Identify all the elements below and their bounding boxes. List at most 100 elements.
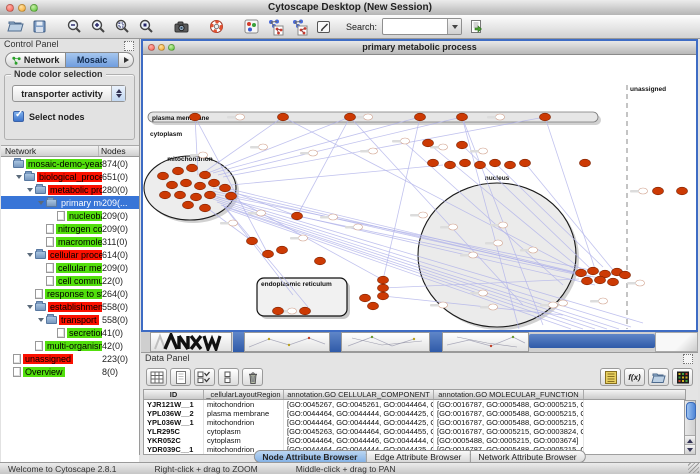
tree-item-cellular-process[interactable]: cellular process614(0) xyxy=(1,248,139,261)
node-color-dropdown[interactable]: transporter activity xyxy=(12,85,126,102)
expand-arrow-icon[interactable] xyxy=(38,201,44,205)
column-header[interactable]: annotation.GO CELLULAR_COMPONENT xyxy=(284,390,434,399)
annotation-button[interactable] xyxy=(314,17,333,36)
table-cell: mitochondrion xyxy=(204,418,284,427)
table-row[interactable]: YLR295Ccytoplasm[GO:0045263, GO:0044464,… xyxy=(144,427,685,436)
float-panel-icon[interactable] xyxy=(683,354,693,364)
expand-arrow-icon[interactable] xyxy=(16,175,22,179)
tree-item-establishment-of-lo[interactable]: establishment of lo558(0) xyxy=(1,300,139,313)
tree-item-unassigned[interactable]: unassigned223(0) xyxy=(1,352,139,365)
table-cell: [GO:0005488, GO:0005215, GO:0003674] xyxy=(434,436,584,445)
select-all-attributes-button[interactable] xyxy=(146,368,167,386)
column-header[interactable]: annotation.GO MOLECULAR_FUNCTION xyxy=(434,390,584,399)
column-header[interactable]: ID xyxy=(144,390,204,399)
import-attributes-toolbar-button[interactable] xyxy=(467,17,486,36)
tree-item-label: Overview xyxy=(23,367,65,377)
tree-item-node-count: 558(0) xyxy=(102,315,139,325)
plasma-membrane-region[interactable] xyxy=(148,112,598,122)
background-window-edge[interactable] xyxy=(330,332,341,352)
tree-header-network[interactable]: Network xyxy=(1,146,99,156)
network-canvas[interactable]: plasma membrane cytoplasm mitochondrion … xyxy=(143,55,696,331)
scrollbar-thumb[interactable] xyxy=(686,402,696,420)
heatmap-icon xyxy=(676,371,690,384)
background-window-preview-2[interactable] xyxy=(341,332,430,352)
tree-item-secretion[interactable]: secretion41(0) xyxy=(1,326,139,339)
table-scrollbar[interactable] xyxy=(684,400,696,455)
background-window-zoomed-labels[interactable] xyxy=(150,332,232,352)
tree-item-transport[interactable]: transport558(0) xyxy=(1,313,139,326)
tree-item-mosaic-demo-yeast[interactable]: mosaic-demo-yeast874(0) xyxy=(1,157,139,170)
tree-item-node-count: 651(0) xyxy=(102,172,139,182)
network-window-titlebar[interactable]: primary metabolic process xyxy=(143,41,696,55)
status-welcome: Welcome to Cytoscape 2.8.1 xyxy=(8,464,117,474)
matrix-view-button[interactable] xyxy=(672,368,693,386)
tree-item-cellular-metabo[interactable]: cellular metabo209(0) xyxy=(1,261,139,274)
help-button[interactable] xyxy=(207,17,226,36)
search-options-button[interactable] xyxy=(447,19,461,34)
table-row[interactable]: YKR052Ccytoplasm[GO:0044464, GO:0044446,… xyxy=(144,436,685,445)
document-icon xyxy=(13,354,21,364)
import-attributes-button[interactable] xyxy=(648,368,669,386)
function-builder-button[interactable]: f(x) xyxy=(624,368,645,386)
column-header[interactable]: _cellularLayoutRegion xyxy=(204,390,284,399)
table-row[interactable]: YPL036W__1mitochondrion[GO:0044464, GO:0… xyxy=(144,418,685,427)
background-window-titlebar[interactable] xyxy=(529,334,655,348)
background-windows-strip xyxy=(141,332,698,352)
snapshot-button[interactable] xyxy=(172,17,191,36)
network-tab-icon xyxy=(12,56,21,65)
tree-item-macromolecule[interactable]: macromolecule311(0) xyxy=(1,235,139,248)
expand-arrow-icon[interactable] xyxy=(27,253,33,257)
create-network-view-button[interactable] xyxy=(266,17,285,36)
select-nodes-checkbox[interactable] xyxy=(13,111,24,122)
vizmapper-button[interactable] xyxy=(242,17,261,36)
tab-overflow-button[interactable] xyxy=(119,52,134,68)
tree-item-biological-process[interactable]: biological_process651(0) xyxy=(1,170,139,183)
zoom-in-button[interactable] xyxy=(89,17,108,36)
new-attribute-button[interactable] xyxy=(170,368,191,386)
tree-item-primary-metabo[interactable]: primary metabo209(... xyxy=(1,196,139,209)
zoom-selected-button[interactable] xyxy=(113,17,132,36)
delete-attribute-button[interactable] xyxy=(242,368,263,386)
tree-item-node-count: 42(0) xyxy=(102,341,139,351)
tree-item-multi-organism-pro[interactable]: multi-organism pro42(0) xyxy=(1,339,139,352)
table-cell: [GO:0016787, GO:0005488, GO:0005215, G..… xyxy=(434,409,584,418)
open-session-button[interactable] xyxy=(6,17,25,36)
tree-header-nodes[interactable]: Nodes xyxy=(99,146,139,156)
background-window-preview-1[interactable] xyxy=(244,332,330,352)
document-icon xyxy=(57,211,65,221)
tree-item-label: primary metabo xyxy=(59,198,102,208)
resize-grip[interactable] xyxy=(688,462,699,473)
expand-arrow-icon[interactable] xyxy=(27,188,33,192)
table-cell: [GO:0016787, GO:0005215, GO:0003824, G..… xyxy=(434,427,584,436)
tree-item-node-count: 280(0) xyxy=(102,185,139,195)
trash-icon xyxy=(246,371,260,384)
tab-mosaic[interactable]: Mosaic xyxy=(66,52,119,68)
tree-item-response-to-stimulu[interactable]: response to stimulu264(0) xyxy=(1,287,139,300)
open-folder-icon xyxy=(7,18,24,35)
tree-item-nucleobase-[interactable]: nucleobase-209(0) xyxy=(1,209,139,222)
background-window-edge[interactable] xyxy=(233,332,244,352)
background-window-edge[interactable] xyxy=(430,332,442,352)
scroll-down-button[interactable] xyxy=(685,444,695,454)
zoom-fit-button[interactable] xyxy=(137,17,156,36)
window-resize-corner[interactable] xyxy=(655,332,698,352)
tree-item-overview[interactable]: Overview8(0) xyxy=(1,365,139,378)
attribute-list-button[interactable] xyxy=(600,368,621,386)
unselect-attributes-button[interactable] xyxy=(218,368,239,386)
tab-network[interactable]: Network xyxy=(5,52,66,68)
expand-arrow-icon[interactable] xyxy=(27,305,33,309)
tree-item-cell-communicat[interactable]: cell communicat22(0) xyxy=(1,274,139,287)
table-row[interactable]: YJR121W__1mitochondrion[GO:0045267, GO:0… xyxy=(144,400,685,409)
float-panel-icon[interactable] xyxy=(124,41,134,51)
expand-arrow-icon[interactable] xyxy=(38,318,44,322)
select-attributes-button[interactable] xyxy=(194,368,215,386)
attribute-table-header[interactable]: ID_cellularLayoutRegionannotation.GO CEL… xyxy=(143,389,686,400)
background-window-preview-3[interactable] xyxy=(442,332,529,352)
save-session-button[interactable] xyxy=(30,17,49,36)
search-input[interactable] xyxy=(383,19,447,32)
tree-item-metabolic-process[interactable]: metabolic process280(0) xyxy=(1,183,139,196)
table-row[interactable]: YPL036W__2plasma membrane[GO:0044464, GO… xyxy=(144,409,685,418)
destroy-network-view-button[interactable] xyxy=(290,17,309,36)
tree-item-nitrogen-compo[interactable]: nitrogen compo209(0) xyxy=(1,222,139,235)
zoom-out-button[interactable] xyxy=(65,17,84,36)
